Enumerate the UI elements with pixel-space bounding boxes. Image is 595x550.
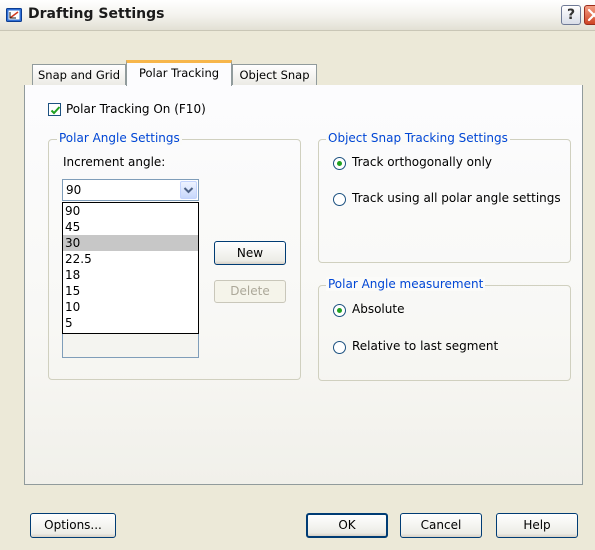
absolute-radio[interactable] [333,304,346,317]
chevron-down-icon[interactable] [180,181,197,199]
cancel-button[interactable]: Cancel [400,513,482,538]
tab-snap-and-grid[interactable]: Snap and Grid [32,64,126,85]
relative-label[interactable]: Relative to last segment [352,339,498,353]
increment-angle-label: Increment angle: [63,155,166,169]
help-icon[interactable]: ? [561,5,581,25]
track-all-angles-label[interactable]: Track using all polar angle settings [352,191,561,205]
polar-tracking-checkbox[interactable] [48,103,61,116]
absolute-label[interactable]: Absolute [352,302,404,316]
ok-button[interactable]: OK [306,513,388,538]
dropdown-option[interactable]: 22.5 [63,251,198,267]
polar-angle-measurement-title: Polar Angle measurement [326,277,486,291]
delete-angle-button[interactable]: Delete [214,280,286,303]
tab-object-snap[interactable]: Object Snap [232,64,317,85]
increment-angle-combobox[interactable]: 90 [62,179,199,201]
polar-tracking-label[interactable]: Polar Tracking On (F10) [66,102,206,116]
dropdown-option-highlighted[interactable]: 30 [63,235,198,251]
track-orthogonally-radio[interactable] [333,157,346,170]
dropdown-option[interactable]: 90 [63,203,198,219]
dialog-window: Drafting Settings ? Snap and Grid Polar … [0,0,595,550]
track-orthogonally-label[interactable]: Track orthogonally only [352,155,492,169]
track-all-angles-radio[interactable] [333,193,346,206]
close-icon[interactable] [584,5,595,25]
checkmark-icon [50,106,61,115]
dropdown-option[interactable]: 45 [63,219,198,235]
polar-angle-measurement-group [318,285,571,381]
dialog-app-icon [6,7,22,23]
title-bar[interactable]: Drafting Settings ? [0,0,595,31]
options-button[interactable]: Options... [30,513,116,538]
dropdown-option[interactable]: 18 [63,267,198,283]
dropdown-option[interactable]: 10 [63,299,198,315]
new-angle-button[interactable]: New [214,241,286,265]
increment-angle-value: 90 [66,183,82,197]
dropdown-option[interactable]: 5 [63,315,198,331]
tab-polar-tracking[interactable]: Polar Tracking [126,60,232,86]
increment-angle-dropdown-list[interactable]: 90 45 30 22.5 18 15 10 5 [62,202,199,334]
relative-radio[interactable] [333,341,346,354]
dropdown-option[interactable]: 15 [63,283,198,299]
angle-list-box[interactable] [62,333,199,358]
help-button[interactable]: Help [496,513,578,538]
polar-angle-settings-title: Polar Angle Settings [57,131,182,145]
window-title: Drafting Settings [28,6,165,22]
object-snap-tracking-title: Object Snap Tracking Settings [326,131,510,145]
